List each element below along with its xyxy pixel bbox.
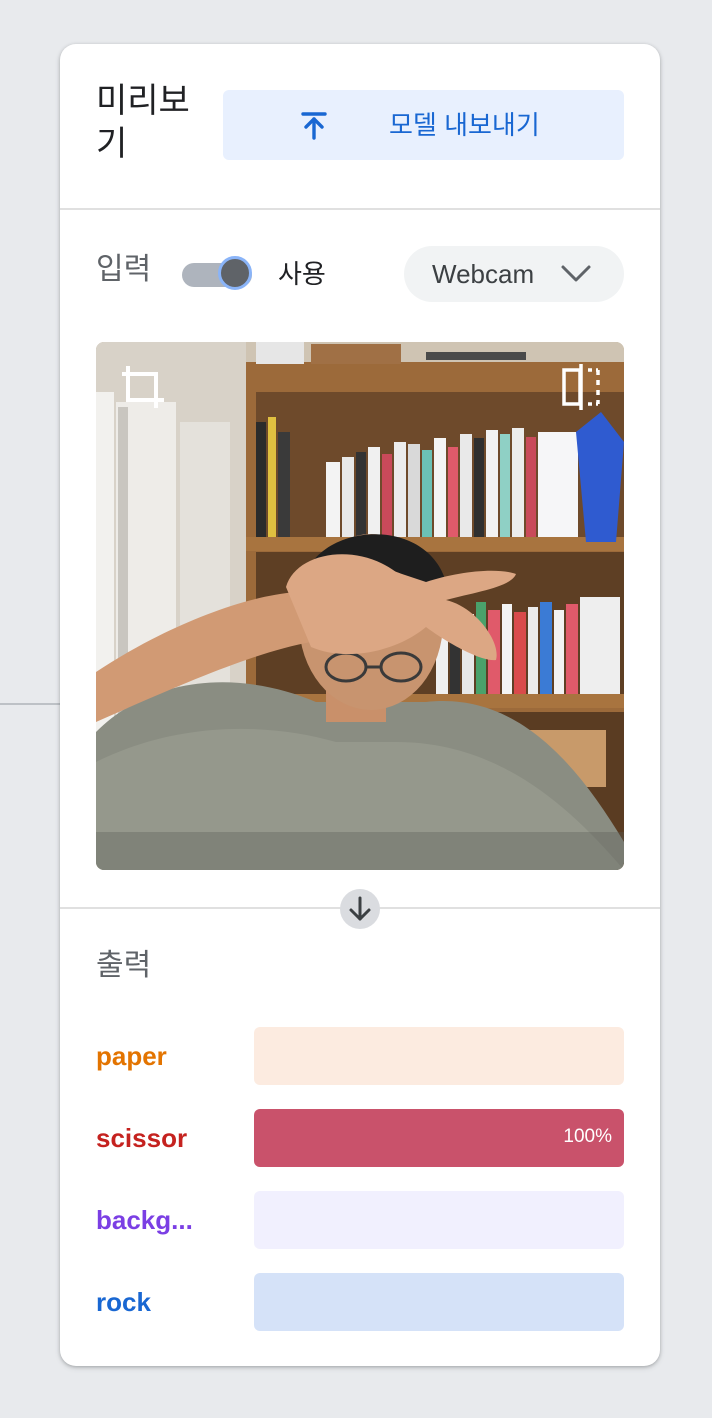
confidence-bar xyxy=(254,1273,624,1331)
preview-panel: 미리보 기 모델 내보내기 입력 사용 Webcam 출력 paper scis… xyxy=(60,44,660,1366)
class-row: paper xyxy=(96,1027,624,1085)
crop-icon xyxy=(122,366,164,408)
input-source-dropdown[interactable]: Webcam xyxy=(404,246,624,302)
class-row: scissor 100% xyxy=(96,1109,624,1167)
input-toggle[interactable] xyxy=(182,254,256,294)
class-row: backg... xyxy=(96,1191,624,1249)
export-model-button[interactable]: 모델 내보내기 xyxy=(223,90,624,160)
chevron-down-icon xyxy=(561,265,591,282)
class-name: backg... xyxy=(96,1205,193,1235)
class-name: rock xyxy=(96,1287,151,1317)
webcam-frame-image xyxy=(96,342,624,870)
confidence-bar xyxy=(254,1027,624,1085)
panel-title: 미리보 기 xyxy=(96,82,190,163)
flip-horizontal-icon xyxy=(562,364,600,410)
class-name: scissor xyxy=(96,1123,188,1153)
background-connector-line xyxy=(0,703,60,705)
preview-header: 미리보 기 모델 내보내기 xyxy=(60,44,660,210)
input-label: 입력 xyxy=(96,253,152,286)
class-name: paper xyxy=(96,1041,167,1071)
crop-button[interactable] xyxy=(118,362,168,412)
input-section: 입력 사용 Webcam xyxy=(60,210,660,330)
confidence-bar: 100% xyxy=(254,1109,624,1167)
output-label: 출력 xyxy=(96,949,152,982)
webcam-preview xyxy=(96,342,624,870)
confidence-percent: 100% xyxy=(563,1126,612,1147)
confidence-bar xyxy=(254,1191,624,1249)
toggle-thumb xyxy=(218,256,252,290)
upload-arrow-icon xyxy=(301,112,327,140)
class-row: rock xyxy=(96,1273,624,1331)
input-source-value: Webcam xyxy=(432,259,535,289)
flip-horizontal-button[interactable] xyxy=(556,362,606,412)
export-model-label: 모델 내보내기 xyxy=(389,110,540,140)
toggle-label: 사용 xyxy=(278,259,326,289)
arrow-down-icon xyxy=(349,896,371,921)
flow-arrow xyxy=(340,889,380,929)
